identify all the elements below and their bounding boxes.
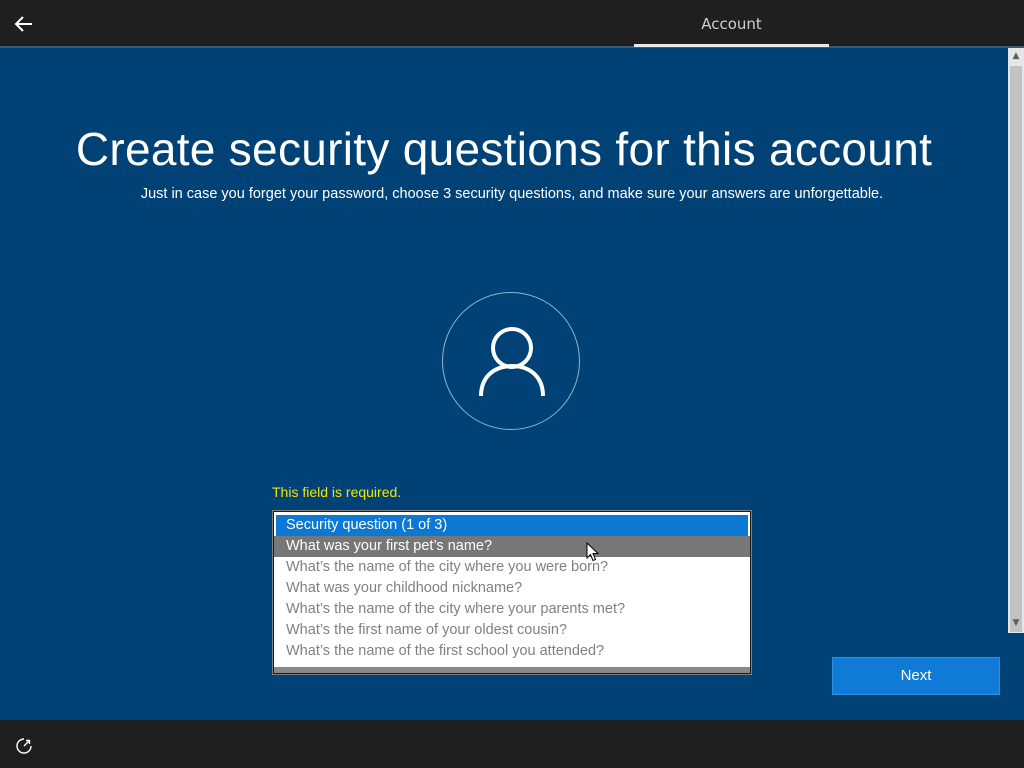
back-arrow-icon	[14, 16, 32, 32]
option-first-school[interactable]: What’s the name of the first school you …	[274, 641, 750, 662]
vertical-scrollbar[interactable]: ▲ ▼	[1008, 48, 1024, 633]
option-oldest-cousin-name[interactable]: What’s the first name of your oldest cou…	[274, 620, 750, 641]
ease-of-access-button[interactable]	[14, 736, 34, 756]
ease-of-access-icon	[16, 738, 32, 754]
tab-account-underline	[634, 44, 829, 47]
option-security-question-placeholder[interactable]: Security question (1 of 3)	[276, 515, 748, 536]
back-button[interactable]	[10, 10, 38, 38]
option-parents-met-city[interactable]: What’s the name of the city where your p…	[274, 599, 750, 620]
page-subtitle: Just in case you forget your password, c…	[140, 186, 884, 202]
option-childhood-nickname[interactable]: What was your childhood nickname?	[274, 578, 750, 599]
tab-account: Account	[701, 15, 762, 33]
page-title: Create security questions for this accou…	[75, 123, 933, 175]
next-button[interactable]: Next	[832, 657, 1000, 695]
scroll-up-arrow-icon[interactable]: ▲	[1008, 48, 1024, 64]
bottom-bar	[0, 720, 1024, 768]
avatar	[442, 292, 580, 430]
security-question-dropdown-list[interactable]: Security question (1 of 3) What was your…	[273, 511, 751, 674]
scroll-down-arrow-icon[interactable]: ▼	[1008, 615, 1024, 631]
option-first-pet-name[interactable]: What was your first pet’s name?	[274, 536, 750, 557]
scroll-thumb[interactable]	[1010, 66, 1022, 632]
user-icon	[479, 327, 545, 397]
option-city-born[interactable]: What’s the name of the city where you we…	[274, 557, 750, 578]
list-bottom-edge	[274, 667, 750, 673]
mouse-cursor-icon	[586, 542, 600, 562]
required-field-error: This field is required.	[272, 484, 402, 500]
top-bar-divider	[0, 46, 1024, 48]
top-bar	[0, 0, 1024, 46]
